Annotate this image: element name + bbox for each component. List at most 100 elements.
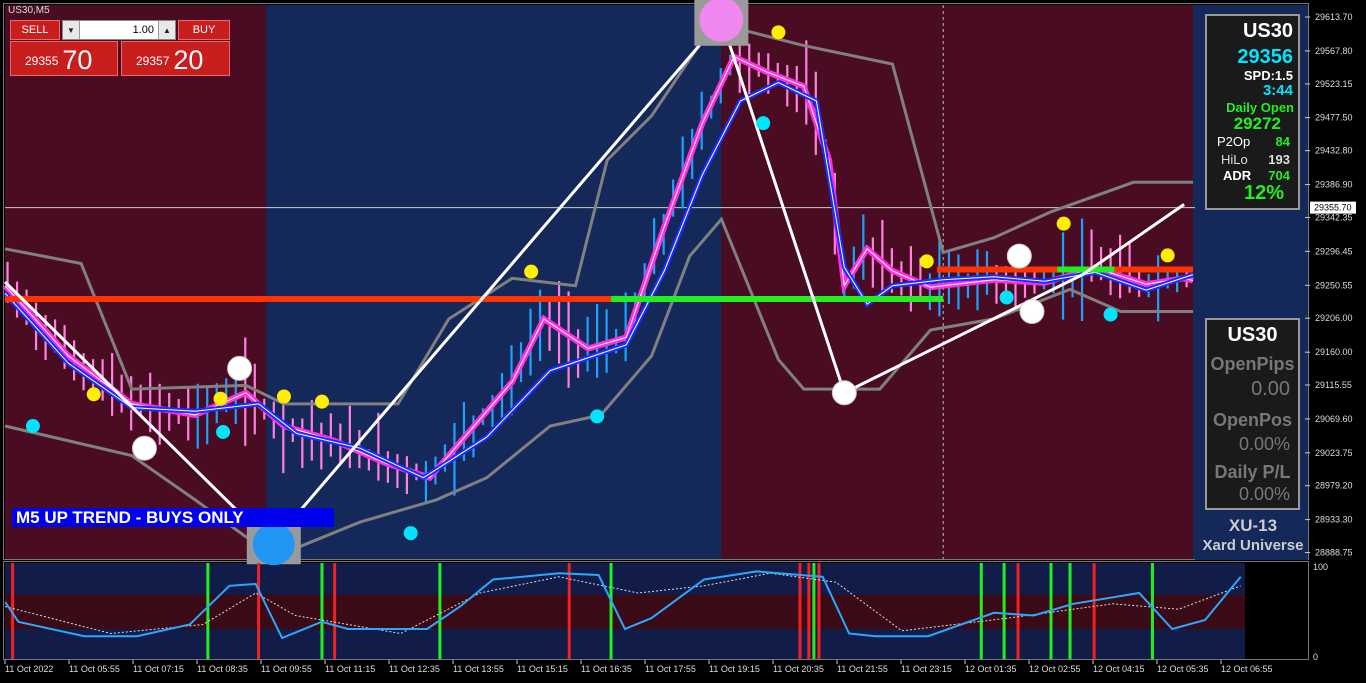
high-dot <box>524 264 539 279</box>
time-tick-label: 11 Oct 11:15 <box>325 664 375 674</box>
time-tick-label: 11 Oct 05:55 <box>69 664 120 674</box>
low-dot <box>216 424 231 439</box>
swing-high-marker <box>227 355 253 381</box>
time-tick-label: 11 Oct 21:55 <box>837 664 888 674</box>
time-tick-label: 12 Oct 06:55 <box>1221 664 1273 674</box>
price-tick-label: 29567.80 <box>1315 46 1353 56</box>
osc-tick-label: 0 <box>1313 652 1318 662</box>
price-tick-label: 29250.55 <box>1315 280 1353 290</box>
info-price: 29356 <box>1237 46 1293 68</box>
low-dot <box>25 419 40 434</box>
lot-decrease-icon[interactable]: ▼ <box>63 21 80 39</box>
time-tick-label: 11 Oct 16:35 <box>581 664 632 674</box>
high-dot <box>314 394 329 409</box>
daily-pl-label: Daily P/L <box>1214 462 1291 482</box>
open-pips-value: 0.00 <box>1251 378 1290 400</box>
p2op-value: 84 <box>1275 134 1290 149</box>
swing-bottom-marker <box>252 523 295 566</box>
zone-down <box>5 5 267 559</box>
open-pips-label: OpenPips <box>1210 354 1295 374</box>
time-tick-label: 11 Oct 23:15 <box>901 664 952 674</box>
swing-low-marker <box>831 380 857 406</box>
time-tick-label: 11 Oct 17:55 <box>645 664 696 674</box>
mt4-chart-window: 29613.70 29567.80 29523.15 29477.50 29432.80… <box>0 0 1366 683</box>
time-tick-label: 11 Oct 07:15 <box>133 664 184 674</box>
brand-subtitle: Xard Universe <box>1202 537 1304 554</box>
info-timer: 3:44 <box>1262 82 1293 99</box>
high-dot <box>771 25 786 40</box>
sell-quote[interactable]: 29355 70 <box>10 41 118 76</box>
zone-up <box>266 5 722 559</box>
price-tick-label: 28979.20 <box>1315 481 1353 491</box>
hilo-label: HiLo <box>1221 152 1248 167</box>
time-tick-label: 11 Oct 19:15 <box>709 664 760 674</box>
adr-value: 704 <box>1268 168 1290 183</box>
oscillator-zones <box>5 563 1245 659</box>
lot-increase-icon[interactable]: ▲ <box>158 21 175 39</box>
low-dot <box>403 526 418 541</box>
price-tick-label: 29386.90 <box>1315 180 1353 190</box>
high-dot <box>213 391 228 406</box>
low-dot <box>999 290 1014 305</box>
trend-label: M5 UP TREND - BUYS ONLY <box>12 508 334 527</box>
stats-symbol: US30 <box>1227 324 1278 346</box>
lot-size-input[interactable]: ▼ 1.00 ▲ <box>62 20 176 40</box>
price-tick-label: 29206.00 <box>1315 313 1353 323</box>
swing-high-marker <box>1006 243 1032 269</box>
ask-big: 20 <box>173 45 204 75</box>
price-tick-label: 28888.75 <box>1315 548 1353 558</box>
p2op-label: P2Op <box>1217 134 1251 149</box>
time-tick-label: 11 Oct 09:55 <box>261 664 312 674</box>
lot-value[interactable]: 1.00 <box>80 24 158 36</box>
open-pos-value: 0.00% <box>1238 434 1290 454</box>
time-tick-label: 11 Oct 13:55 <box>453 664 504 674</box>
buy-quote[interactable]: 29357 20 <box>121 41 230 76</box>
price-tick-label: 29342.35 <box>1315 212 1353 222</box>
time-tick-label: 12 Oct 02:55 <box>1029 664 1081 674</box>
high-dot <box>86 387 101 402</box>
open-pos-label: OpenPos <box>1212 410 1292 430</box>
price-tick-label: 29023.75 <box>1315 448 1353 458</box>
price-tick-label: 29115.55 <box>1315 380 1352 390</box>
high-dot <box>919 254 934 269</box>
high-dot <box>1056 216 1071 231</box>
price-tick-label: 29296.45 <box>1315 246 1353 256</box>
price-tick-label: 29523.15 <box>1315 79 1353 89</box>
time-tick-label: 11 Oct 08:35 <box>197 664 248 674</box>
daily-open-label: Daily Open <box>1226 100 1294 115</box>
bid-big: 70 <box>62 45 93 75</box>
sell-button[interactable]: SELL <box>10 20 60 40</box>
high-dot <box>276 389 291 404</box>
high-dot <box>1160 248 1175 263</box>
symbol-label: US30,M5 <box>8 5 50 16</box>
price-tick-label: 29432.80 <box>1315 146 1353 156</box>
info-symbol: US30 <box>1242 20 1293 42</box>
bid-small: 29355 <box>25 54 59 68</box>
adr-percent: 12% <box>1243 182 1284 204</box>
low-dot <box>1103 307 1118 322</box>
time-tick-label: 12 Oct 04:15 <box>1093 664 1145 674</box>
info-box: US30 29356 SPD:1.5 3:44 Daily Open 29272… <box>1205 14 1300 210</box>
low-dot <box>756 116 771 131</box>
osc-tick-label: 100 <box>1313 562 1328 572</box>
price-tick-label: 28933.30 <box>1315 515 1353 525</box>
current-price-label: 29355.70 <box>1314 203 1352 213</box>
time-tick-label: 12 Oct 05:35 <box>1157 664 1209 674</box>
stats-box: US30 OpenPips 0.00 OpenPos 0.00% Daily P… <box>1205 318 1300 510</box>
adr-label: ADR <box>1223 168 1252 183</box>
brand-title: XU-13 <box>1228 516 1278 535</box>
hilo-value: 193 <box>1268 152 1290 167</box>
daily-open-value: 29272 <box>1233 114 1281 133</box>
ask-small: 29357 <box>136 54 170 68</box>
buy-button[interactable]: BUY <box>178 20 230 40</box>
main-chart[interactable]: 29613.70 29567.80 29523.15 29477.50 29432.80… <box>0 0 1366 683</box>
swing-low-marker <box>1019 299 1045 325</box>
time-tick-label: 11 Oct 20:35 <box>773 664 824 674</box>
low-dot <box>590 409 605 424</box>
time-tick-label: 11 Oct 2022 <box>5 664 53 674</box>
time-tick-label: 11 Oct 12:35 <box>389 664 440 674</box>
time-axis: 11 Oct 2022 11 Oct 05:55 11 Oct 07:15 11 Oc… <box>4 660 1273 674</box>
price-tick-label: 29069.60 <box>1315 414 1353 424</box>
swing-low-marker <box>131 435 157 461</box>
time-tick-label: 11 Oct 15:15 <box>517 664 568 674</box>
